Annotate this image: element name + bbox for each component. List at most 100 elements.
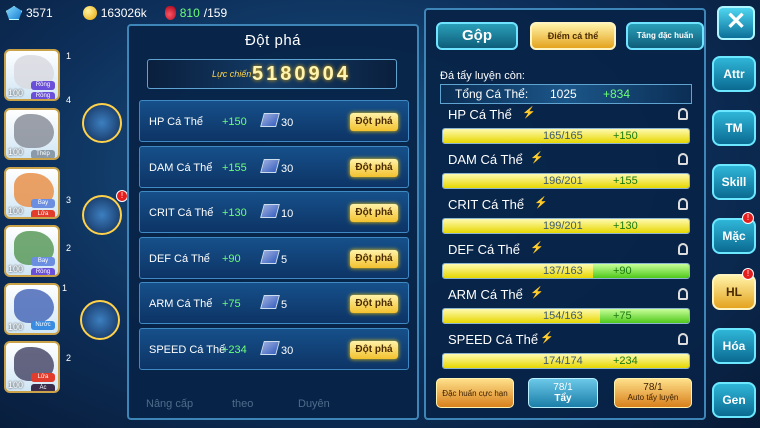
type-tag: Lửa <box>31 373 55 382</box>
lock-icon[interactable] <box>678 288 688 300</box>
rank-number: 2 <box>66 353 72 363</box>
stamina-max: /159 <box>203 6 228 20</box>
stat-bar: 137/163 +90 <box>442 263 690 279</box>
stone-icon <box>260 295 280 309</box>
stone-icon <box>260 340 280 355</box>
stone-cost: 10 <box>281 208 294 220</box>
gold-coin-icon <box>82 6 97 20</box>
remaining-stones-label: Đá tẩy luyện còn: <box>440 70 525 82</box>
pokemon-portrait <box>14 114 54 148</box>
tab-special-train[interactable]: Tăng đặc huấn <box>626 22 704 50</box>
rank-number: 2 <box>66 243 72 253</box>
type-tag: Rồng <box>31 81 55 90</box>
stat-name: HP Cá Thể <box>448 107 512 122</box>
total-label: Tổng Cá Thể: <box>455 87 529 101</box>
tab-individual-points[interactable]: Điểm cá thể <box>530 22 616 50</box>
menu-hoa[interactable]: Hóa <box>712 328 756 364</box>
lock-bag-icon[interactable] <box>82 195 122 235</box>
team-slot-2[interactable]: Thép 100 <box>4 108 60 160</box>
breakthrough-list: HP Cá Thể +150 30 Đột phá DAM Cá Thể +15… <box>139 100 409 373</box>
combat-power-value: 5180904 <box>252 63 351 85</box>
breakthrough-panel: Đột phá Lực chiến 5180904 HP Cá Thể +150… <box>127 24 419 420</box>
type-tag: Ác <box>31 384 55 391</box>
breakthrough-row-speed: SPEED Cá Thể +234 30 Đột phá <box>139 327 409 370</box>
item-orb-icon[interactable] <box>82 103 122 143</box>
stat-progress: 165/165 <box>543 130 583 142</box>
lightning-icon: ⚡ <box>522 107 536 119</box>
level-label: 100 <box>8 322 24 332</box>
individual-stats-panel: Gộp Điểm cá thể Tăng đặc huấn Đá tẩy luy… <box>424 8 706 420</box>
stat-plus: +130 <box>613 220 638 232</box>
type-tag: Thép <box>31 150 55 158</box>
wash-button[interactable]: 78/1 Tẩy <box>528 378 598 408</box>
stamina-current: 810 <box>179 6 200 20</box>
team-slot-6[interactable]: Lửa Ác 100 <box>4 341 60 393</box>
menu-attr[interactable]: Attr <box>712 56 756 92</box>
bg-label-follow: theo <box>232 398 254 410</box>
lightning-icon: ⚡ <box>530 152 544 164</box>
level-label: 100 <box>8 264 24 274</box>
stone-cost: 30 <box>281 344 294 357</box>
stat-name: DEF Cá Thể <box>448 242 521 257</box>
menu-skill[interactable]: Skill <box>712 164 756 200</box>
pokemon-portrait <box>14 289 54 323</box>
team-slot-4[interactable]: Bay Rồng 100 <box>4 225 60 277</box>
team-slot-5[interactable]: Nước 100 <box>4 283 60 335</box>
stat-bonus: +130 <box>222 207 247 219</box>
close-button[interactable]: ✕ <box>717 6 755 40</box>
level-label: 100 <box>8 147 24 157</box>
type-tag: Rồng <box>31 92 55 99</box>
lock-icon[interactable] <box>678 243 688 255</box>
stat-name: ARM Cá Thể <box>149 298 213 310</box>
lock-icon[interactable] <box>678 108 688 120</box>
breakthrough-button[interactable]: Đột phá <box>350 113 398 131</box>
gold-count: 163026k <box>100 6 147 20</box>
breakthrough-row-crit: CRIT Cá Thể +130 10 Đột phá <box>139 191 409 233</box>
breakthrough-button[interactable]: Đột phá <box>350 249 398 268</box>
gem-icon <box>6 6 22 20</box>
type-tag: Bay <box>31 199 55 208</box>
auto-wash-button[interactable]: 78/1 Auto tẩy luyện <box>614 378 692 408</box>
breakthrough-button[interactable]: Đột phá <box>350 158 398 177</box>
stat-bonus: +234 <box>222 343 247 356</box>
alert-badge: ! <box>742 212 754 224</box>
stat-bar: 174/174 +234 <box>442 353 690 369</box>
stat-name: SPEED Cá Thể <box>149 343 226 356</box>
type-tag: Lửa <box>31 210 55 217</box>
team-slot-3[interactable]: Bay Lửa 100 <box>4 167 60 219</box>
type-tag: Rồng <box>31 268 55 275</box>
tab-merge[interactable]: Gộp <box>436 22 518 50</box>
team-slot-1[interactable]: Rồng Rồng 100 <box>4 49 60 101</box>
gem-count: 3571 <box>26 6 53 20</box>
stat-progress: 199/201 <box>543 220 583 232</box>
breakthrough-row-hp: HP Cá Thể +150 30 Đột phá <box>139 100 409 142</box>
breakthrough-button[interactable]: Đột phá <box>350 340 398 359</box>
lock-icon[interactable] <box>678 153 688 165</box>
pokemon-avatar-icon[interactable] <box>80 300 120 340</box>
breakthrough-button[interactable]: Đột phá <box>350 204 398 222</box>
panel-title: Đột phá <box>244 32 302 49</box>
stat-row-dam: DAM Cá Thể ⚡ 196/201 +155 <box>440 151 692 191</box>
bar-bonus-fill <box>593 264 689 278</box>
stat-progress: 196/201 <box>543 175 583 187</box>
menu-gen[interactable]: Gen <box>712 382 756 418</box>
level-label: 100 <box>8 88 24 98</box>
breakthrough-button[interactable]: Đột phá <box>350 295 398 313</box>
stat-bonus: +75 <box>222 298 241 310</box>
wash-count: 78/1 <box>553 382 573 393</box>
lock-icon[interactable] <box>678 198 688 210</box>
stone-cost: 30 <box>281 162 294 175</box>
bg-label-bond: Duyên <box>298 398 330 410</box>
stat-row-speed: SPEED Cá Thể ⚡ 174/174 +234 <box>440 331 692 371</box>
stat-name: DEF Cá Thể <box>149 252 210 265</box>
stone-icon <box>260 113 280 127</box>
lock-icon[interactable] <box>678 333 688 345</box>
stat-name: SPEED Cá Thể <box>448 332 539 347</box>
stat-bar: 165/165 +150 <box>442 128 690 144</box>
menu-tm[interactable]: TM <box>712 110 756 146</box>
rank-number: 1 <box>66 51 72 61</box>
special-limit-button[interactable]: Đặc huấn cực hạn <box>436 378 514 408</box>
stat-name: DAM Cá Thể <box>149 161 213 174</box>
stat-progress: 174/174 <box>543 355 583 367</box>
stat-name: ARM Cá Thể <box>448 287 523 302</box>
